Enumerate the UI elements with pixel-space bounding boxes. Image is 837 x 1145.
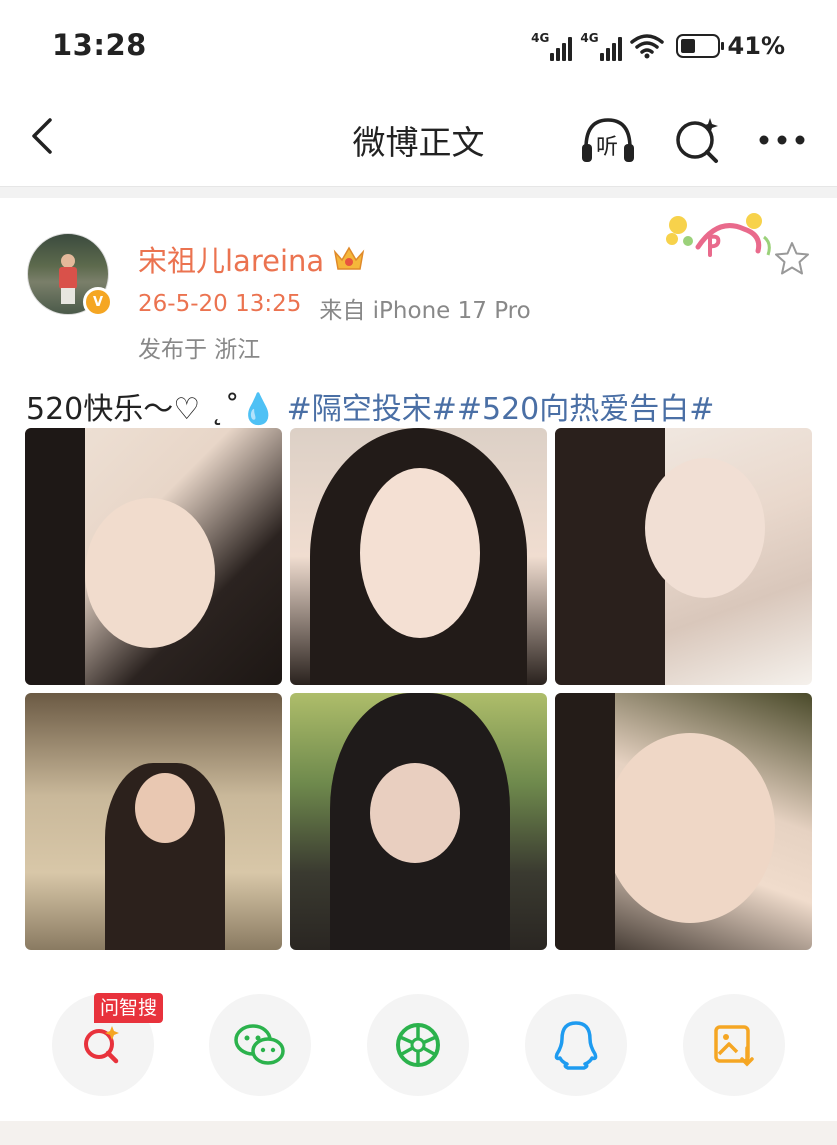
save-image-button[interactable] <box>683 994 785 1096</box>
listen-label: 听 <box>596 135 619 160</box>
status-time: 13:28 <box>52 28 147 62</box>
cellular-signal-icon: 4G <box>531 31 573 61</box>
ai-search-icon[interactable] <box>668 112 728 168</box>
author-avatar[interactable]: V <box>27 233 113 317</box>
battery-percent: 41% <box>727 32 785 60</box>
plog-sticker-icon <box>666 213 771 257</box>
save-image-icon <box>714 1025 754 1067</box>
post-photo[interactable] <box>25 428 282 685</box>
hashtag-link[interactable]: #隔空投宋# <box>287 392 457 427</box>
qq-icon <box>554 1021 598 1070</box>
hashtag-link[interactable]: #520向热爱告白# <box>457 392 715 427</box>
favorite-star-icon[interactable] <box>773 240 811 278</box>
post-timestamp: 26-5-20 13:25 <box>138 291 302 317</box>
verified-badge-icon: V <box>83 287 113 317</box>
post-photo[interactable] <box>25 693 282 950</box>
status-bar: 13:28 4G 4G 41% <box>0 0 837 92</box>
post-location: 发布于 浙江 <box>138 337 261 363</box>
wifi-icon <box>629 34 664 59</box>
wechat-icon <box>234 1024 285 1065</box>
nav-bar: 微博正文 听 <box>0 92 837 186</box>
more-dots-icon[interactable] <box>752 112 812 168</box>
post-body: 520快乐～♡ ˛˚💧 <box>26 392 287 427</box>
bottom-strip <box>0 1121 837 1145</box>
post-text: 520快乐～♡ ˛˚💧 #隔空投宋##520向热爱告白# <box>26 384 714 428</box>
post-photo[interactable] <box>290 693 547 950</box>
moments-aperture-icon <box>396 1023 440 1067</box>
share-moments-button[interactable] <box>367 994 469 1096</box>
photo-grid <box>25 428 813 950</box>
post-photo[interactable] <box>290 428 547 685</box>
author-name-text: 宋祖儿lareina <box>138 244 325 278</box>
listen-button[interactable]: 听 <box>578 112 638 168</box>
post-photo[interactable] <box>555 693 812 950</box>
battery-icon <box>675 34 724 58</box>
section-divider <box>0 186 837 198</box>
status-icons: 4G 4G 41% <box>531 29 785 63</box>
cellular-signal-icon: 4G <box>580 31 622 61</box>
ai-search-icon <box>84 1026 119 1064</box>
battery-fill <box>680 39 695 53</box>
share-qq-button[interactable] <box>525 994 627 1096</box>
share-wechat-button[interactable] <box>209 994 311 1096</box>
post-source: 来自 iPhone 17 Pro <box>319 298 531 324</box>
post-meta: 26-5-20 13:25 来自 iPhone 17 Pro <box>138 291 531 325</box>
ai-search-badge: 问智搜 <box>94 993 164 1023</box>
post-photo[interactable] <box>555 428 812 685</box>
author-name[interactable]: 宋祖儿lareina <box>138 238 366 280</box>
crown-vip-icon <box>333 246 365 270</box>
